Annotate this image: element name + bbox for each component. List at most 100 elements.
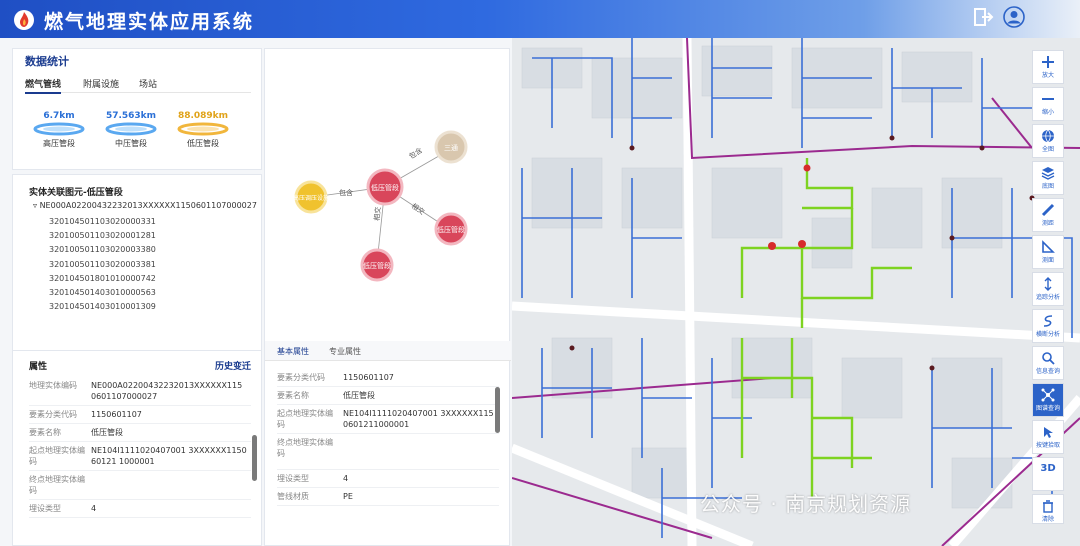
- pick-button[interactable]: 按键拾取: [1032, 420, 1064, 454]
- tree-root-label: NE000A02200432232013XXXXXX11506011070000…: [39, 201, 257, 210]
- table-row: 管线材质 PE: [277, 488, 499, 506]
- attr-value: NE104I1111020407001 3XXXXXX1150601211000…: [343, 409, 494, 429]
- stat-medium-pressure: 57.563km 中压管段: [99, 111, 163, 149]
- tool-label: 按键拾取: [1035, 442, 1060, 449]
- tree-children: 320104501103020000331 320100501103020001…: [49, 215, 156, 314]
- section-analysis-button[interactable]: 横断分析: [1032, 309, 1064, 343]
- watermark: 公众号 · 南京规划资源: [700, 492, 912, 516]
- attr-value: 1150601107: [343, 373, 394, 382]
- basemap-button[interactable]: 底图: [1032, 161, 1064, 195]
- app-title: 燃气地理实体应用系统: [44, 11, 255, 33]
- relation-tree-card: 实体关联图元-低压管段 ▿ NE000A02200432232013XXXXXX…: [12, 174, 262, 366]
- table-row: 起点地理实体编码 NE104I1111020407001 3XXXXXX11506…: [277, 405, 499, 434]
- graph-icon: [1041, 388, 1055, 402]
- tree-item[interactable]: 320104501103020000331: [49, 215, 156, 229]
- tree-item[interactable]: 320100501103020001281: [49, 229, 156, 243]
- table-row: 要素名称 低压管段: [29, 424, 251, 442]
- edge-label: 相交: [372, 206, 382, 221]
- tool-label: 信息查询: [1035, 368, 1060, 375]
- attribute-card: 属性 历史变迁 地理实体编码 NE000A02200432232013XXXXXX…: [12, 350, 262, 546]
- attr-key: 埋设类型: [29, 504, 61, 513]
- tool-label: 横断分析: [1035, 331, 1060, 338]
- full-extent-button[interactable]: 全图: [1032, 124, 1064, 158]
- graph-query-button[interactable]: 图谱查询: [1032, 383, 1064, 417]
- attr-key: 要素名称: [277, 391, 309, 400]
- map-view[interactable]: [512, 38, 1080, 546]
- tree-root[interactable]: ▿ NE000A02200432232013XXXXXX115060110700…: [33, 201, 257, 210]
- attr-key: 终点地理实体编码: [277, 438, 333, 458]
- tree-item[interactable]: 320100501103020003381: [49, 258, 156, 272]
- globe-icon: [1042, 129, 1054, 143]
- stat-value: 88.089km: [177, 111, 229, 121]
- graph-node-label: 低压管段: [437, 225, 465, 234]
- attr-value: PE: [343, 492, 353, 501]
- clear-button[interactable]: 清除: [1032, 494, 1064, 524]
- pick-icon: [1044, 427, 1053, 438]
- map-canvas[interactable]: [512, 38, 1080, 546]
- stats-tabs: 燃气管线 附属设施 场站: [25, 77, 251, 94]
- table-row: 要素分类代码 1150601107: [277, 369, 499, 387]
- clear-icon: [1043, 500, 1053, 513]
- attr-value: NE000A02200432232013XXXXXX11506011070000…: [91, 381, 243, 401]
- attr-key: 管线材质: [277, 492, 309, 501]
- ring-icon: [105, 122, 157, 136]
- stat-label: 高压管段: [43, 139, 75, 148]
- table-row: 起点地理实体编码 NE104I1111020407001 3XXXXXX11506…: [29, 442, 251, 471]
- attr-key: 埋设类型: [277, 474, 309, 483]
- tab-gas-pipeline[interactable]: 燃气管线: [25, 77, 62, 94]
- plus-icon: [1042, 56, 1054, 68]
- attribute-scrollbar[interactable]: [252, 435, 257, 481]
- tool-label: 底图: [1041, 183, 1054, 190]
- measure-area-button[interactable]: 测面: [1032, 235, 1064, 269]
- attr-value: 4: [343, 474, 349, 483]
- stat-high-pressure: 6.7km 高压管段: [27, 111, 91, 149]
- stats-title: 数据统计: [25, 55, 69, 68]
- tab-professional-attributes[interactable]: 专业属性: [329, 346, 361, 357]
- detail-scrollbar[interactable]: [495, 387, 500, 433]
- tab-stations[interactable]: 场站: [139, 77, 157, 90]
- flame-logo-icon: [14, 10, 34, 30]
- info-query-button[interactable]: 信息查询: [1032, 346, 1064, 380]
- area-icon: [1042, 240, 1055, 253]
- tree-title: 实体关联图元-低压管段: [29, 188, 123, 198]
- attribute-header: 属性 历史变迁: [29, 359, 251, 373]
- layers-icon: [1041, 167, 1055, 180]
- measure-distance-button[interactable]: 测距: [1032, 198, 1064, 232]
- tool-label: 图谱查询: [1035, 405, 1060, 412]
- section-icon: [1043, 315, 1053, 327]
- attr-key: 起点地理实体编码: [29, 446, 85, 466]
- logout-icon[interactable]: [972, 6, 994, 28]
- tree-item[interactable]: 320104501801010000742: [49, 272, 156, 286]
- table-row: 终点地理实体编码: [277, 434, 499, 470]
- 3d-icon: 3D: [1040, 463, 1056, 474]
- attr-value: 低压管段: [343, 391, 375, 400]
- tool-label: 测面: [1041, 257, 1054, 264]
- attr-key: 要素名称: [29, 428, 61, 437]
- attribute-title: 属性: [29, 362, 48, 372]
- history-link[interactable]: 历史变迁: [215, 359, 251, 372]
- attr-value: 低压管段: [91, 428, 123, 437]
- stat-value: 6.7km: [43, 111, 75, 121]
- search-icon: [1042, 352, 1055, 365]
- user-avatar-icon[interactable]: [1003, 6, 1025, 28]
- ruler-icon: [1041, 203, 1055, 217]
- stat-low-pressure: 88.089km 低压管段: [171, 111, 235, 149]
- tab-facilities[interactable]: 附属设施: [83, 77, 119, 90]
- tree-item[interactable]: 320104501403010000563: [49, 286, 156, 300]
- zoom-out-button[interactable]: 缩小: [1032, 87, 1064, 121]
- entity-graph[interactable]: 包含 包含 相交 相交 低压管段 高压调压设施 三通 低压管段 低压管段: [265, 49, 511, 339]
- zoom-in-button[interactable]: 放大: [1032, 50, 1064, 84]
- tree-item[interactable]: 320100501103020003380: [49, 243, 156, 257]
- tab-basic-attributes[interactable]: 基本属性: [277, 346, 309, 357]
- table-row: 要素名称 低压管段: [277, 387, 499, 405]
- trace-icon: [1044, 277, 1052, 291]
- attr-key: 地理实体编码: [29, 381, 77, 390]
- attr-key: 起点地理实体编码: [277, 409, 333, 429]
- stat-value: 57.563km: [105, 111, 157, 121]
- 3d-button[interactable]: 3D: [1032, 457, 1064, 491]
- table-row: 埋设类型 4: [277, 470, 499, 488]
- attr-value: 1150601107: [91, 410, 142, 419]
- minus-icon: [1042, 98, 1054, 100]
- trace-analysis-button[interactable]: 追踪分析: [1032, 272, 1064, 306]
- tree-item[interactable]: 320104501403010001309: [49, 300, 156, 314]
